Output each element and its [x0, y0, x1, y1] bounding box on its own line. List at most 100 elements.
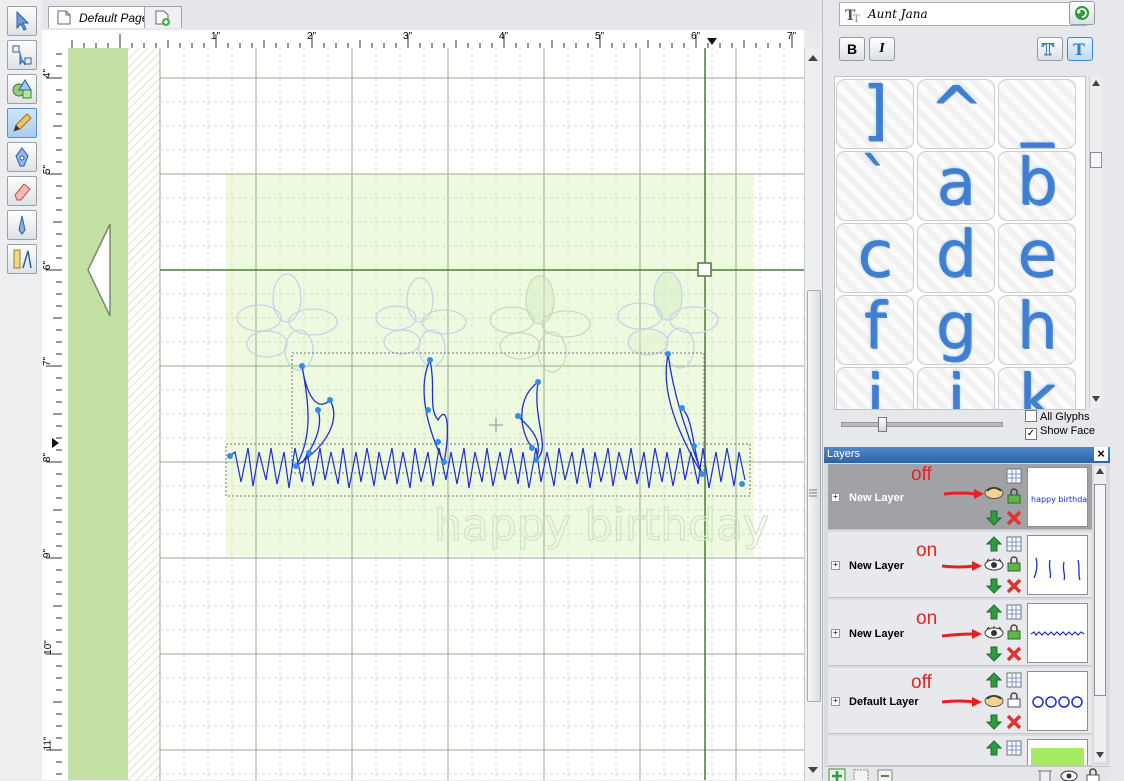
move-down-arrow-icon[interactable] [986, 578, 1002, 594]
layers-panel-header: Layers × [824, 447, 1110, 463]
glyph-cell[interactable]: d [917, 223, 995, 293]
horizontal-ruler[interactable]: 1" 2" 3" 4" 5" 6" 7" [62, 30, 804, 49]
grid-icon[interactable] [1006, 604, 1022, 620]
hidden-eye-icon[interactable] [984, 486, 1004, 500]
text-outline-button[interactable]: T [1037, 37, 1063, 61]
eye-icon[interactable] [984, 626, 1004, 640]
glyph-cell[interactable]: h [998, 295, 1076, 365]
move-down-arrow-icon[interactable] [986, 714, 1002, 730]
text-fill-button[interactable]: T [1067, 37, 1093, 61]
duplicate-layer-icon[interactable] [852, 768, 870, 781]
merge-layer-icon[interactable] [876, 768, 894, 781]
glyph-cell[interactable]: j [917, 367, 995, 409]
glyph-size-slider[interactable] [841, 422, 1003, 427]
knife-tool-button[interactable] [7, 210, 37, 240]
expand-layer-button[interactable]: + [831, 697, 840, 706]
vertical-ruler[interactable]: 4" 5" 6" 7" 8" 9" 10" 11" [42, 48, 63, 780]
layer-row[interactable]: + Default Layer off [828, 668, 1092, 734]
move-up-arrow-icon[interactable] [986, 740, 1002, 756]
layer-row[interactable] [828, 736, 1092, 766]
ruler-icon [13, 249, 32, 269]
lock-icon[interactable] [1006, 692, 1022, 708]
pen-tool-button[interactable] [7, 142, 37, 172]
resize-handle[interactable] [697, 262, 712, 277]
glyph-cell[interactable]: k [998, 367, 1076, 409]
scroll-down-arrow-icon [1092, 396, 1100, 402]
move-down-arrow-icon[interactable] [986, 646, 1002, 662]
show-face-checkbox[interactable]: ✓ Show Face [1025, 425, 1095, 440]
grid-icon[interactable] [1006, 740, 1022, 756]
move-down-arrow-icon[interactable] [986, 510, 1002, 526]
node-edit-tool-button[interactable] [7, 40, 37, 70]
all-glyphs-checkbox[interactable]: All Glyphs [1025, 410, 1090, 423]
italic-button[interactable]: I [869, 37, 895, 61]
lock-icon[interactable] [1006, 488, 1022, 504]
shapes-tool-button[interactable] [7, 74, 37, 104]
glyph-cell[interactable]: ` [836, 151, 914, 221]
glyph-cell[interactable]: a [917, 151, 995, 221]
glyph-scrollbar[interactable] [1089, 76, 1102, 408]
refresh-fonts-button[interactable] [1069, 1, 1095, 25]
move-up-arrow-icon[interactable] [986, 536, 1002, 552]
truetype-font-icon: TT [845, 8, 860, 23]
move-up-arrow-icon[interactable] [986, 604, 1002, 620]
layer-name: Default Layer [849, 696, 919, 708]
move-up-arrow-icon[interactable] [986, 672, 1002, 688]
glyph-cell[interactable]: c [836, 223, 914, 293]
ruler-marker-icon[interactable] [707, 38, 717, 46]
glyph-cell[interactable]: g [917, 295, 995, 365]
layer-row[interactable]: + New Layer on [828, 532, 1092, 598]
scroll-up-arrow-icon[interactable] [808, 54, 818, 62]
trash-icon[interactable] [1036, 768, 1054, 781]
slider-thumb[interactable] [878, 417, 887, 432]
tool-palette [0, 0, 43, 780]
grid-icon[interactable] [1006, 536, 1022, 552]
glyph-cell[interactable]: ^ [917, 79, 995, 149]
checkbox-checked[interactable]: ✓ [1025, 428, 1037, 440]
scroll-thumb[interactable] [1094, 484, 1106, 696]
eraser-tool-button[interactable] [7, 176, 37, 206]
delete-icon[interactable] [1006, 510, 1022, 526]
glyph-character: e [1017, 223, 1057, 292]
layer-row[interactable]: + New Layer on [828, 600, 1092, 666]
eye-visibility-icon[interactable] [1060, 768, 1078, 781]
expand-layer-button[interactable]: + [831, 629, 840, 638]
pencil-tool-button[interactable] [7, 108, 37, 138]
lock-icon[interactable] [1006, 624, 1022, 640]
expand-layer-button[interactable]: + [831, 493, 840, 502]
close-panel-button[interactable]: × [1094, 447, 1108, 461]
lock-icon[interactable] [1006, 556, 1022, 572]
drawing-canvas[interactable]: happy birthday [62, 48, 804, 780]
glyph-cell[interactable]: e [998, 223, 1076, 293]
delete-icon[interactable] [1006, 714, 1022, 730]
grid-icon[interactable] [1006, 468, 1022, 484]
add-layer-icon[interactable] [828, 768, 846, 781]
expand-layer-button[interactable]: + [831, 561, 840, 570]
font-selector[interactable]: TT Aunt Jana [839, 2, 1087, 26]
scroll-thumb[interactable] [1090, 152, 1102, 168]
checkbox[interactable] [1025, 410, 1037, 422]
glyph-cell[interactable]: f [836, 295, 914, 365]
canvas-vertical-scrollbar[interactable] [804, 48, 821, 780]
add-page-tab-button[interactable] [144, 6, 182, 28]
eye-icon[interactable] [984, 558, 1004, 572]
glyph-cell[interactable]: ] [836, 79, 914, 149]
glyph-cell[interactable]: b [998, 151, 1076, 221]
lock-all-icon[interactable] [1084, 768, 1102, 781]
glyph-cell[interactable]: i [836, 367, 914, 409]
delete-icon[interactable] [1006, 646, 1022, 662]
measure-tool-button[interactable] [7, 244, 37, 274]
ruler-marker-icon[interactable] [52, 438, 60, 448]
layers-scrollbar[interactable] [1094, 466, 1106, 762]
scroll-down-arrow-icon[interactable] [808, 766, 818, 774]
hidden-eye-icon[interactable] [984, 694, 1004, 708]
bold-button[interactable]: B [839, 37, 865, 61]
grid-icon[interactable] [1006, 672, 1022, 688]
annotation-arrow-icon [943, 489, 984, 499]
tab-default-page[interactable]: Default Page [48, 6, 150, 28]
delete-icon[interactable] [1006, 578, 1022, 594]
glyph-cell[interactable]: _ [998, 79, 1076, 149]
select-tool-button[interactable] [7, 6, 37, 36]
layer-row[interactable]: + New Layer happy birthday off [828, 464, 1092, 530]
glyph-character: c [857, 223, 893, 292]
